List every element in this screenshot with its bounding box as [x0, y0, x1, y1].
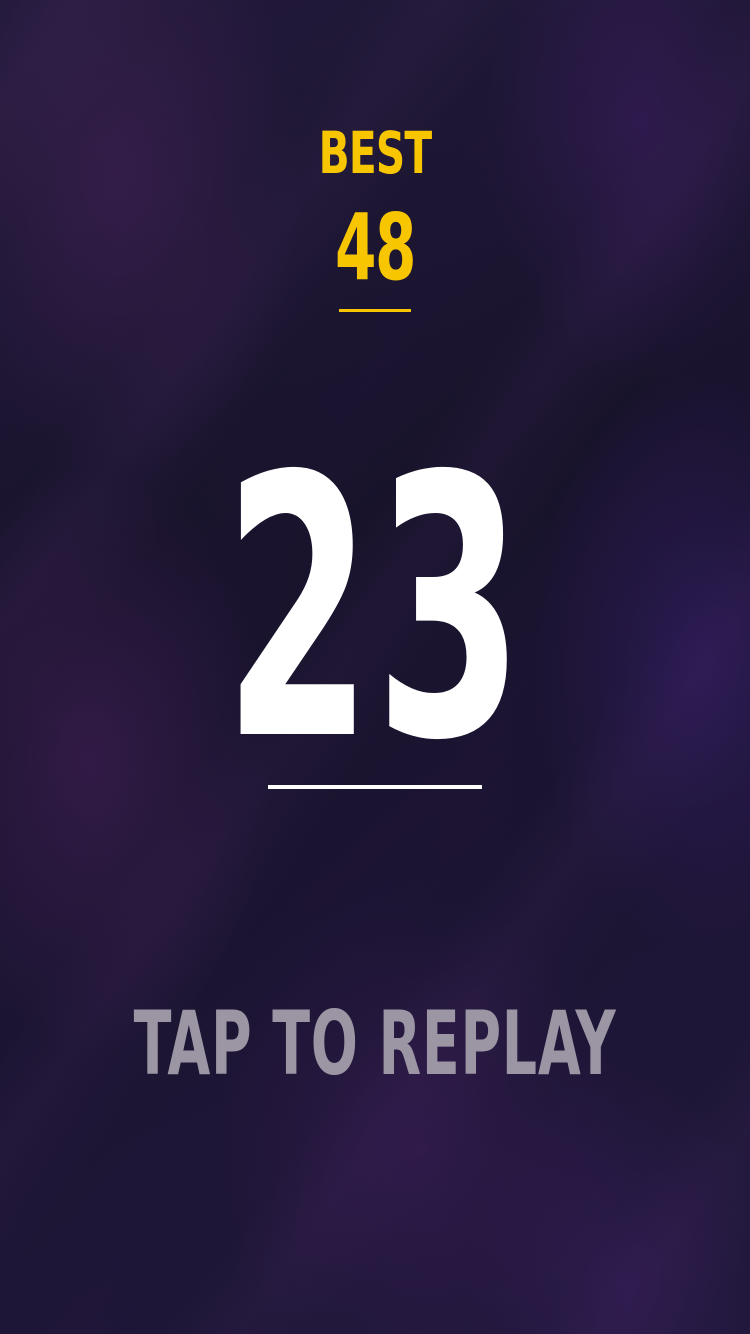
best-underline	[339, 309, 411, 312]
tap-to-replay-button[interactable]: TAP TO REPLAY	[113, 998, 638, 1090]
best-score-value: 48	[334, 194, 416, 301]
current-score-value: 23	[223, 400, 527, 819]
best-label: BEST	[318, 119, 433, 187]
score-underline	[268, 785, 482, 789]
